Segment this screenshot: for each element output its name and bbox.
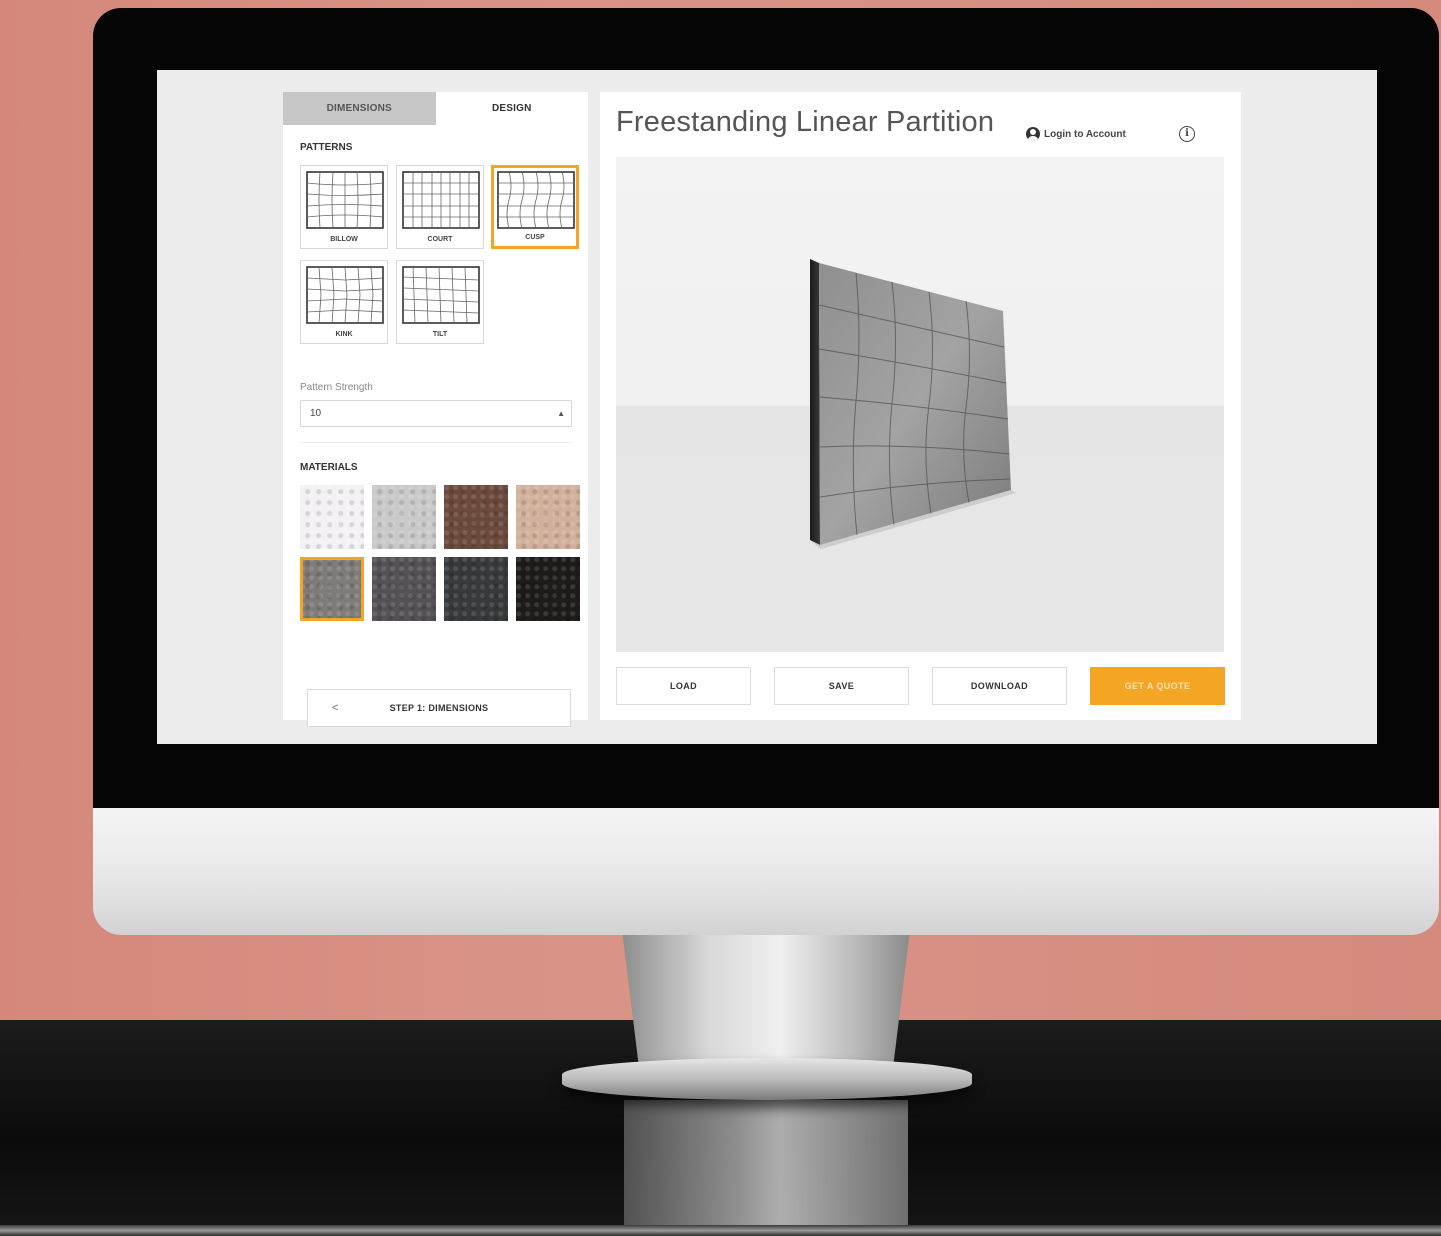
pattern-cusp[interactable]: CUSP: [491, 165, 579, 249]
step-button-label: STEP 1: DIMENSIONS: [389, 703, 489, 713]
pattern-label: COURT: [427, 236, 453, 243]
material-swatch-beige[interactable]: [516, 485, 580, 549]
load-button[interactable]: LOAD: [616, 667, 751, 705]
tab-bar: DIMENSIONS DESIGN: [283, 92, 588, 125]
pattern-billow[interactable]: BILLOW: [300, 165, 388, 249]
court-pattern-icon: [402, 171, 480, 229]
select-arrows-icon: ▲: [557, 409, 565, 418]
preview-panel: Freestanding Linear Partition Login to A…: [600, 92, 1241, 720]
billow-pattern-icon: [306, 171, 384, 229]
pattern-strength-label: Pattern Strength: [300, 382, 373, 393]
desk-edge: [0, 1225, 1441, 1236]
section-divider: [300, 442, 572, 443]
monitor-screen: DIMENSIONS DESIGN PATTERNS BILLOW COURT …: [157, 70, 1377, 744]
previous-step-button[interactable]: < STEP 1: DIMENSIONS: [307, 689, 571, 727]
material-swatch-light-gray[interactable]: [372, 485, 436, 549]
download-button[interactable]: DOWNLOAD: [932, 667, 1067, 705]
monitor-chin: [93, 800, 1439, 935]
material-swatch-dark-gray[interactable]: [372, 557, 436, 621]
partition-edge: [810, 259, 820, 545]
page-title: Freestanding Linear Partition: [616, 106, 995, 138]
stand-reflection: [624, 1100, 908, 1230]
material-swatch-charcoal[interactable]: [444, 557, 508, 621]
get-a-quote-button[interactable]: GET A QUOTE: [1090, 667, 1225, 705]
kink-pattern-icon: [306, 266, 384, 324]
pattern-court[interactable]: COURT: [396, 165, 484, 249]
partition-3d-render: [810, 259, 1016, 549]
pattern-tilt[interactable]: TILT: [396, 260, 484, 344]
save-button[interactable]: SAVE: [774, 667, 909, 705]
tab-dimensions[interactable]: DIMENSIONS: [283, 92, 436, 125]
material-swatch-medium-gray[interactable]: [300, 557, 364, 621]
cusp-pattern-icon: [497, 171, 575, 229]
user-icon: [1026, 127, 1040, 141]
patterns-heading: PATTERNS: [300, 142, 353, 153]
info-icon[interactable]: i: [1179, 126, 1195, 142]
pattern-label: CUSP: [525, 234, 545, 241]
monitor-stand-base: [562, 1058, 972, 1100]
material-swatch-brown[interactable]: [444, 485, 508, 549]
pattern-label: BILLOW: [330, 236, 358, 243]
pattern-strength-value: 10: [310, 408, 322, 419]
pattern-kink[interactable]: KINK: [300, 260, 388, 344]
tab-design[interactable]: DESIGN: [435, 92, 588, 125]
pattern-label: TILT: [432, 331, 448, 338]
pattern-label: KINK: [335, 331, 353, 338]
material-swatch-white[interactable]: [300, 485, 364, 549]
login-label: Login to Account: [1044, 128, 1126, 140]
monitor-stand-neck: [622, 930, 910, 1070]
tilt-pattern-icon: [402, 266, 480, 324]
login-link[interactable]: Login to Account: [1026, 125, 1126, 143]
3d-viewport[interactable]: [616, 157, 1224, 652]
material-swatch-black[interactable]: [516, 557, 580, 621]
pattern-strength-select[interactable]: 10 ▲: [300, 400, 572, 427]
materials-heading: MATERIALS: [300, 462, 358, 473]
configuration-panel: DIMENSIONS DESIGN PATTERNS BILLOW COURT …: [283, 92, 588, 727]
